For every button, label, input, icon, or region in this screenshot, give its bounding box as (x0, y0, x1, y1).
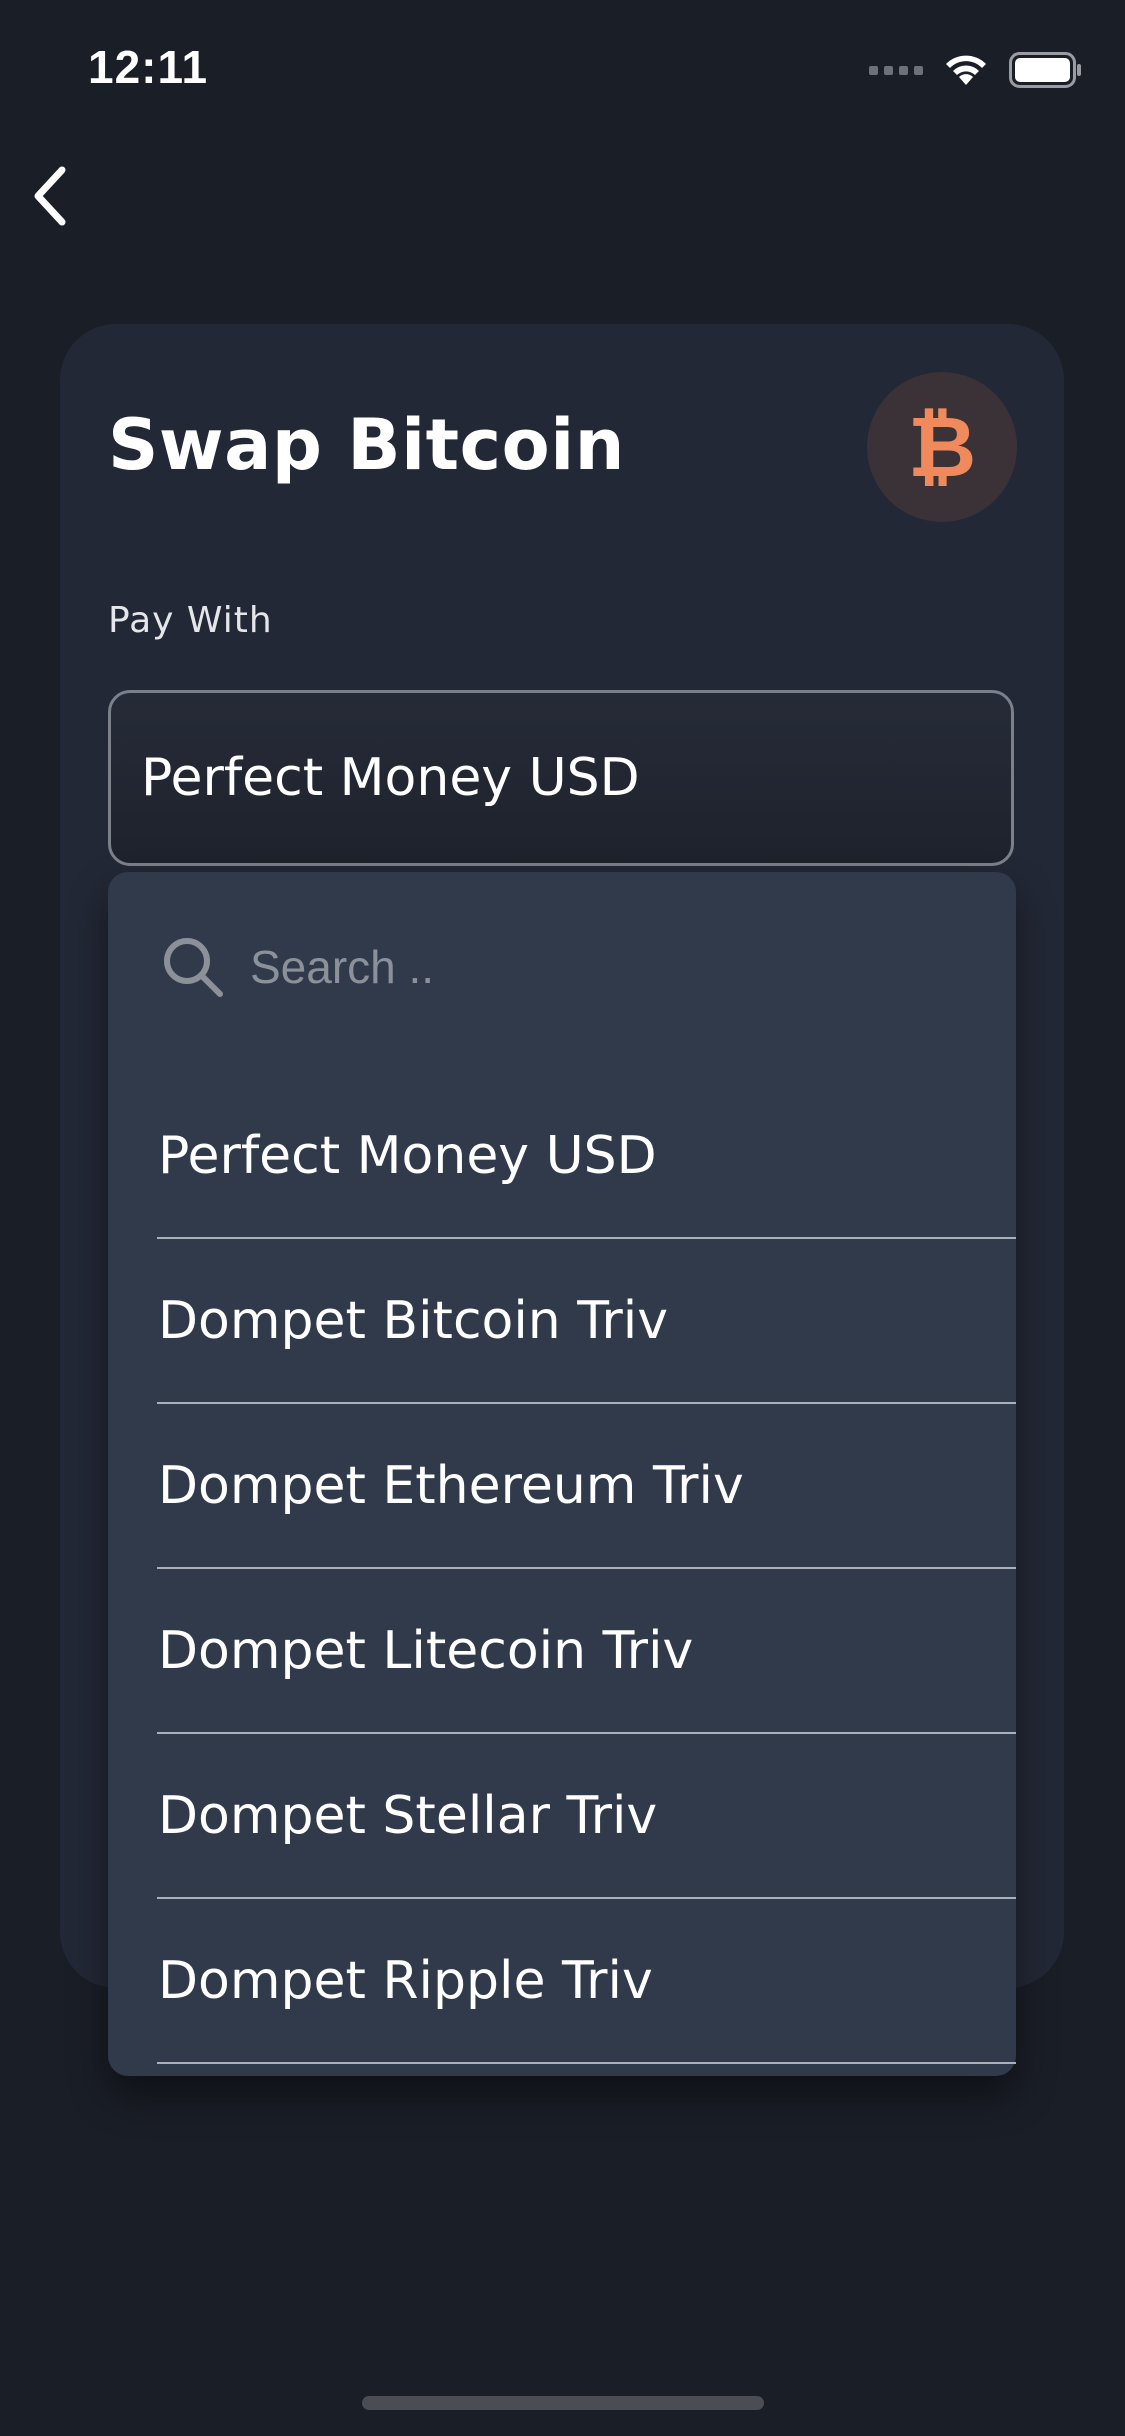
divider (157, 2062, 1016, 2064)
dropdown-option[interactable]: Dompet Ripple Triv (108, 1899, 1016, 2064)
back-button[interactable] (18, 164, 82, 228)
search-icon (160, 934, 226, 1000)
swap-screen: 12:11 Swap Bitcoin ₿ Pay With Perfect Mo… (0, 0, 1125, 2436)
dropdown-option[interactable]: Dompet Stellar Triv (108, 1734, 1016, 1899)
home-indicator[interactable] (362, 2396, 764, 2410)
status-time: 12:11 (88, 41, 209, 93)
wifi-icon (943, 53, 989, 87)
search-input[interactable] (248, 939, 952, 995)
dropdown-option[interactable]: Perfect Money USD (108, 1074, 1016, 1239)
option-label: Dompet Bitcoin Triv (158, 1290, 668, 1351)
status-icons (869, 52, 1083, 88)
bitcoin-icon: ₿ (907, 398, 977, 496)
dropdown-option[interactable]: Dompet Ethereum Triv (108, 1404, 1016, 1569)
dropdown-option[interactable]: Dompet Bitcoin Triv (108, 1239, 1016, 1404)
page-title: Swap Bitcoin (108, 404, 626, 486)
chevron-left-icon (34, 166, 66, 226)
cellular-signal-icon (869, 65, 923, 75)
option-label: Dompet Stellar Triv (158, 1785, 658, 1846)
coin-badge: ₿ (867, 372, 1017, 522)
pay-with-select[interactable]: Perfect Money USD (108, 690, 1014, 866)
option-label: Perfect Money USD (158, 1125, 657, 1186)
battery-icon (1009, 52, 1083, 88)
pay-with-selected-value: Perfect Money USD (141, 748, 640, 808)
option-label: Dompet Litecoin Triv (158, 1620, 694, 1681)
search-row (108, 912, 1016, 1022)
pay-with-dropdown: Perfect Money USD Dompet Bitcoin Triv Do… (108, 872, 1016, 2076)
option-label: Dompet Ripple Triv (158, 1950, 653, 2011)
option-list: Perfect Money USD Dompet Bitcoin Triv Do… (108, 1074, 1016, 2064)
dropdown-option[interactable]: Dompet Litecoin Triv (108, 1569, 1016, 1734)
option-label: Dompet Ethereum Triv (158, 1455, 744, 1516)
pay-with-label: Pay With (108, 600, 273, 641)
